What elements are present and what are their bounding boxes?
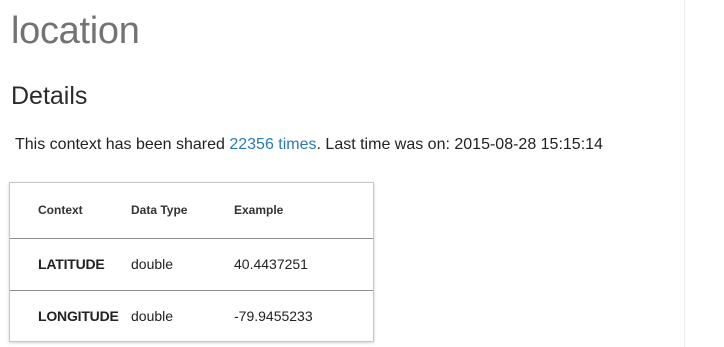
share-info-prefix: This context has been shared (15, 136, 230, 153)
cell-data-type: double (131, 308, 174, 325)
cell-context: LATITUDE (10, 238, 131, 291)
cell-context: LONGITUDE (38, 308, 119, 325)
cell-data-type: double (131, 238, 234, 291)
table-row: LONGITUDE double -79.9455233 (10, 290, 373, 342)
table-row: LATITUDE double 40.4437251 (10, 238, 373, 291)
context-table-card: Context Data Type Example LATITUDE doubl… (9, 182, 374, 342)
share-count-link[interactable]: 22356 times (229, 136, 316, 153)
column-header-context: Context (10, 183, 131, 239)
section-title: Details (11, 82, 88, 110)
share-info: This context has been shared 22356 times… (15, 134, 603, 156)
page-title: location (11, 10, 140, 52)
cell-example: -79.9455233 (234, 308, 313, 325)
column-header-example: Example (234, 183, 373, 239)
share-info-suffix: . Last time was on: 2015-08-28 15:15:14 (316, 136, 603, 153)
context-table: Context Data Type Example LATITUDE doubl… (10, 183, 373, 342)
cell-example: 40.4437251 (234, 238, 373, 291)
table-header-row: Context Data Type Example (10, 183, 373, 239)
column-header-data-type: Data Type (131, 183, 234, 239)
page: location Details This context has been s… (0, 0, 724, 347)
page-edge-divider (684, 0, 685, 347)
